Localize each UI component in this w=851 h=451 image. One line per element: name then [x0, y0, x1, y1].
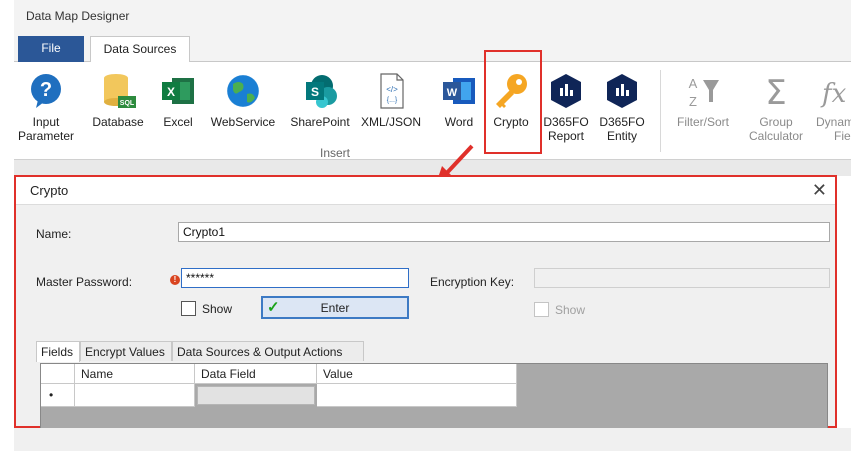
- column-header-name[interactable]: Name: [75, 364, 195, 384]
- sharepoint-icon: S: [306, 75, 337, 108]
- group-calculator-button[interactable]: Σ Group Calculator: [744, 72, 808, 143]
- column-header-value[interactable]: Value: [317, 364, 517, 384]
- grid-cell-data-field[interactable]: [197, 386, 315, 405]
- svg-text:fx: fx: [820, 79, 847, 109]
- svg-text:W: W: [447, 87, 458, 99]
- dynamic-field-button[interactable]: fx Dynam Field: [814, 72, 851, 143]
- question-icon: ?: [31, 74, 61, 108]
- function-icon: fx: [820, 79, 847, 109]
- d365fo-entity-button[interactable]: D365FO Entity: [596, 72, 648, 143]
- input-parameter-button[interactable]: ? Input Parameter: [18, 72, 74, 143]
- ribbon-group-label: Insert: [320, 146, 351, 160]
- globe-icon: [226, 74, 260, 108]
- crypto-highlight-box: [484, 50, 542, 154]
- svg-text:A: A: [689, 76, 698, 91]
- window-edge: [0, 0, 14, 451]
- encryption-key-label: Encryption Key:: [430, 275, 515, 289]
- filter-sort-button[interactable]: A Z Filter/Sort: [672, 72, 734, 129]
- grid-corner: [41, 364, 75, 384]
- dialog-titlebar: Crypto ✕: [16, 177, 835, 205]
- d365fo-icon: [607, 74, 637, 108]
- svg-text:S: S: [311, 85, 319, 99]
- svg-text:{...}: {...}: [387, 97, 398, 104]
- show-password-label: Show: [202, 302, 233, 316]
- svg-text:SQL: SQL: [120, 100, 135, 107]
- excel-button[interactable]: X Excel: [156, 72, 200, 129]
- excel-icon: X: [162, 78, 194, 104]
- filter-sort-icon: A Z: [689, 76, 719, 109]
- show-key-label: Show: [555, 303, 586, 317]
- word-button[interactable]: W Word: [438, 72, 480, 129]
- enter-button[interactable]: ✓ Enter: [261, 296, 409, 319]
- tab-file[interactable]: File: [18, 36, 84, 62]
- svg-text:?: ?: [40, 79, 52, 101]
- fields-grid: Name Data Field Value •: [40, 363, 828, 429]
- error-icon: !: [170, 275, 180, 285]
- tab-fields[interactable]: Fields: [36, 341, 80, 362]
- database-button[interactable]: SQL Database: [88, 72, 148, 129]
- master-password-input[interactable]: [181, 268, 409, 288]
- ribbon-tab-strip: File Data Sources: [14, 34, 851, 63]
- window-bottom: [14, 428, 851, 451]
- tab-data-sources-output-actions[interactable]: Data Sources & Output Actions: [172, 341, 364, 361]
- tab-data-sources[interactable]: Data Sources: [90, 36, 190, 63]
- ribbon-separator: [660, 70, 661, 152]
- crypto-dialog: Crypto ✕ Name: Master Password: ! Encryp…: [14, 175, 837, 429]
- word-icon: W: [443, 78, 475, 104]
- show-password-checkbox[interactable]: [181, 301, 196, 316]
- column-header-data-field[interactable]: Data Field: [195, 364, 317, 384]
- dialog-title: Crypto: [30, 183, 69, 198]
- database-sql-icon: SQL: [104, 74, 136, 108]
- svg-text:X: X: [167, 85, 175, 99]
- master-password-label: Master Password:: [36, 275, 133, 289]
- grid-cell-value[interactable]: [317, 384, 517, 407]
- d365fo-report-button[interactable]: D365FO Report: [540, 72, 592, 143]
- tab-encrypt-values[interactable]: Encrypt Values: [80, 341, 172, 361]
- name-label: Name:: [36, 227, 72, 241]
- sigma-icon: Σ: [765, 73, 786, 110]
- show-key-checkbox[interactable]: [534, 302, 549, 317]
- d365fo-icon: [551, 74, 581, 108]
- close-icon[interactable]: ✕: [812, 180, 827, 201]
- app-title: Data Map Designer: [14, 0, 851, 34]
- webservice-button[interactable]: WebService: [208, 72, 278, 129]
- svg-text:</>: </>: [386, 85, 398, 94]
- code-file-icon: </> {...}: [380, 73, 404, 109]
- sharepoint-button[interactable]: S SharePoint: [286, 72, 354, 129]
- grid-cell-name[interactable]: [75, 384, 195, 407]
- xml-json-button[interactable]: </> {...} XML/JSON: [360, 72, 422, 129]
- encryption-key-input[interactable]: [534, 268, 830, 288]
- svg-text:Σ: Σ: [765, 73, 786, 110]
- row-selector[interactable]: •: [41, 384, 75, 407]
- svg-text:Z: Z: [689, 94, 697, 109]
- name-input[interactable]: [178, 222, 830, 242]
